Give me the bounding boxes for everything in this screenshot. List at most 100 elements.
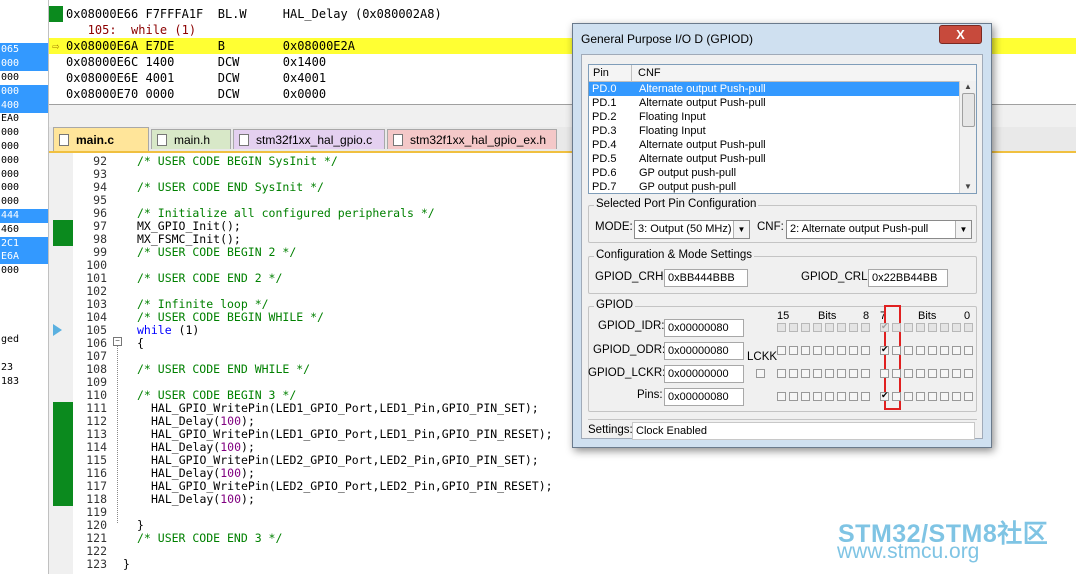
lckr-bit-checkbox[interactable] [880,369,889,378]
config-mode-title: Configuration & Mode Settings [594,249,754,261]
pin-list[interactable]: Pin CNF PD.0 Alternate output Push-pull PD… [588,64,977,194]
pins-bit-checkbox[interactable] [849,392,858,401]
pin-row[interactable]: PD.5 Alternate output Push-pull [589,152,960,166]
pins-bit-checkbox[interactable] [825,392,834,401]
pin-cnf: Alternate output Push-pull [639,97,766,109]
pin-list-scrollbar[interactable]: ▲ ▼ [959,81,976,193]
idr-bit-checkbox [880,321,889,332]
odr-bit-checkbox[interactable] [928,346,937,355]
settings-label: Settings: [588,424,633,436]
pin-row[interactable]: PD.7 GP output push-pull [589,180,960,193]
odr-bit-checkbox[interactable] [880,344,889,355]
pins-bit-checkbox[interactable] [904,392,913,401]
disassembly-text: 0x08000E70 0000 DCW 0x0000 [66,87,327,101]
lckr-bit-checkbox[interactable] [813,369,822,378]
lckr-bit-checkbox[interactable] [825,369,834,378]
pins-bit-checkbox[interactable] [789,392,798,401]
odr-bit-checkbox[interactable] [952,346,961,355]
cnf-select[interactable]: 2: Alternate output Push-pull ▼ [786,220,972,239]
lckr-bit-checkbox[interactable] [928,369,937,378]
lckk-checkbox[interactable] [756,369,765,378]
pins-label: Pins: [637,389,663,401]
odr-bit-checkbox[interactable] [861,346,870,355]
pins-input[interactable]: 0x00000080 [664,388,744,406]
pins-bit-checkbox[interactable] [801,392,810,401]
pins-bit-checkbox[interactable] [880,390,889,401]
pin-row[interactable]: PD.4 Alternate output Push-pull [589,138,960,152]
cnf-label: CNF: [757,221,784,233]
code-line[interactable]: 118 HAL_Delay(100); [49,493,1076,506]
mode-select[interactable]: 3: Output (50 MHz) ▼ [634,220,750,239]
odr-bit-checkbox[interactable] [964,346,973,355]
disassembly-line[interactable]: 0x08000E66 F7FFFA1F BL.W HAL_Delay (0x08… [49,6,1076,22]
pins-bit-checkbox[interactable] [813,392,822,401]
tab-stm32f1xx-hal-gpio-c[interactable]: stm32f1xx_hal_gpio.c [233,129,385,149]
odr-bit-checkbox[interactable] [789,346,798,355]
chevron-down-icon[interactable]: ▼ [955,221,971,238]
close-button[interactable]: X [939,25,982,44]
odr-bit-checkbox[interactable] [777,346,786,355]
pin-row[interactable]: PD.2 Floating Input [589,110,960,124]
pins-bit-checkbox[interactable] [777,392,786,401]
tab-stm32f1xx-hal-gpio-ex-h[interactable]: stm32f1xx_hal_gpio_ex.h [387,129,557,149]
pin-column-header[interactable]: Pin [593,65,609,81]
lckr-input[interactable]: 0x00000000 [664,365,744,383]
lckr-bit-checkbox[interactable] [904,369,913,378]
disassembly-text: 105: while (1) [66,23,197,37]
idr-bit-checkbox [849,323,858,332]
odr-bit-checkbox[interactable] [892,346,901,355]
scroll-down-icon[interactable]: ▼ [960,181,976,193]
idr-input[interactable]: 0x00000080 [664,319,744,337]
cnf-column-header[interactable]: CNF [631,65,661,81]
odr-bit-checkbox[interactable] [813,346,822,355]
odr-bit-checkbox[interactable] [801,346,810,355]
tab-main-c[interactable]: main.c [53,127,149,151]
pin-row[interactable]: PD.0 Alternate output Push-pull [589,82,960,96]
lckr-bit-checkbox[interactable] [837,369,846,378]
pins-bit-checkbox[interactable] [940,392,949,401]
chevron-down-icon[interactable]: ▼ [733,221,749,238]
scroll-thumb[interactable] [962,93,975,127]
register-value: 000 [1,127,20,139]
lckr-bit-checkbox[interactable] [952,369,961,378]
scroll-up-icon[interactable]: ▲ [960,81,976,93]
pins-bit-checkbox[interactable] [861,392,870,401]
lckr-bit-checkbox[interactable] [849,369,858,378]
odr-bit-checkbox[interactable] [916,346,925,355]
crl-input[interactable]: 0x22BB44BB [868,269,948,287]
pins-bit-checkbox[interactable] [892,392,901,401]
lckr-bit-checkbox[interactable] [892,369,901,378]
lckr-bit-checkbox[interactable] [964,369,973,378]
dialog-title: General Purpose I/O D (GPIOD) [581,32,754,46]
idr-label: GPIOD_IDR: [598,320,665,332]
pin-name: PD.4 [592,139,617,151]
pin-row[interactable]: PD.1 Alternate output Push-pull [589,96,960,110]
pin-cnf: Alternate output Push-pull [639,139,766,151]
odr-bit-checkbox[interactable] [825,346,834,355]
lckr-bit-checkbox[interactable] [861,369,870,378]
crh-input[interactable]: 0xBB444BBB [664,269,748,287]
odr-bit-checkbox[interactable] [940,346,949,355]
register-value: E6A [0,250,48,265]
tab-main-h[interactable]: main.h [151,129,231,149]
pin-row[interactable]: PD.6 GP output push-pull [589,166,960,180]
odr-bit-checkbox[interactable] [849,346,858,355]
lckr-bit-checkbox[interactable] [801,369,810,378]
pins-bit-checkbox[interactable] [964,392,973,401]
lckr-bit-checkbox[interactable] [916,369,925,378]
bit15-label: 15 [777,310,790,322]
number-literal: 100 [220,440,242,454]
pins-bit-checkbox[interactable] [928,392,937,401]
pins-bit-checkbox[interactable] [837,392,846,401]
pin-row[interactable]: PD.3 Floating Input [589,124,960,138]
odr-bit-checkbox[interactable] [837,346,846,355]
pin-name: PD.5 [592,153,617,165]
lckr-bit-checkbox[interactable] [777,369,786,378]
pins-bit-checkbox[interactable] [916,392,925,401]
idr-bit-checkbox [952,323,961,332]
odr-bit-checkbox[interactable] [904,346,913,355]
lckr-bit-checkbox[interactable] [789,369,798,378]
lckr-bit-checkbox[interactable] [940,369,949,378]
pins-bit-checkbox[interactable] [952,392,961,401]
odr-input[interactable]: 0x00000080 [664,342,744,360]
